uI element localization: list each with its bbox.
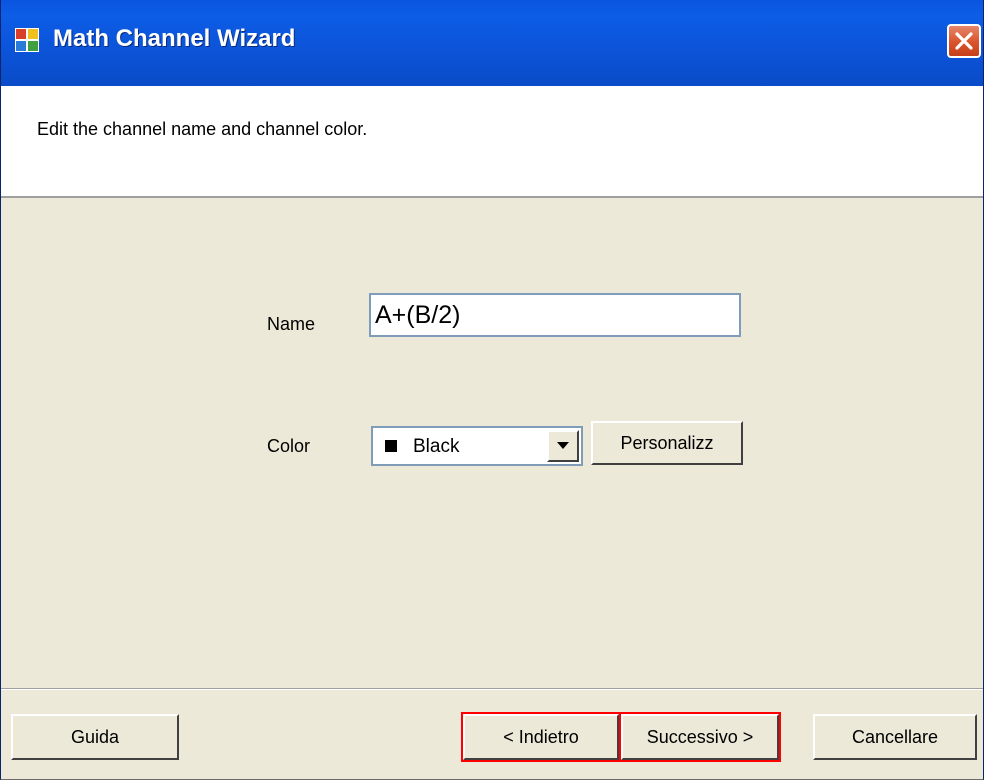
wizard-header	[1, 86, 983, 198]
instruction-text: Edit the channel name and channel color.	[37, 119, 368, 139]
next-button[interactable]: Successivo >	[621, 714, 779, 760]
customize-button[interactable]: Personalizz	[591, 421, 743, 465]
wizard-window: Math Channel Wizard Edit the channel nam…	[0, 0, 984, 780]
cancel-button[interactable]: Cancellare	[813, 714, 977, 760]
color-value: Black	[413, 436, 460, 457]
name-label: Name	[267, 314, 316, 334]
name-field[interactable]	[369, 293, 741, 337]
close-icon	[955, 32, 973, 50]
close-button[interactable]	[947, 24, 981, 58]
app-icon	[15, 28, 39, 52]
title-bar[interactable]: Math Channel Wizard	[1, 0, 983, 86]
help-button[interactable]: Guida	[11, 714, 179, 760]
color-label: Color	[267, 436, 311, 456]
chevron-down-icon	[557, 442, 569, 449]
window-title: Math Channel Wizard	[53, 25, 296, 52]
color-dropdown[interactable]: Black	[371, 426, 583, 466]
color-swatch	[385, 440, 397, 452]
dropdown-button[interactable]	[547, 430, 579, 462]
back-button[interactable]: < Indietro	[463, 714, 619, 760]
footer-divider	[1, 688, 983, 690]
